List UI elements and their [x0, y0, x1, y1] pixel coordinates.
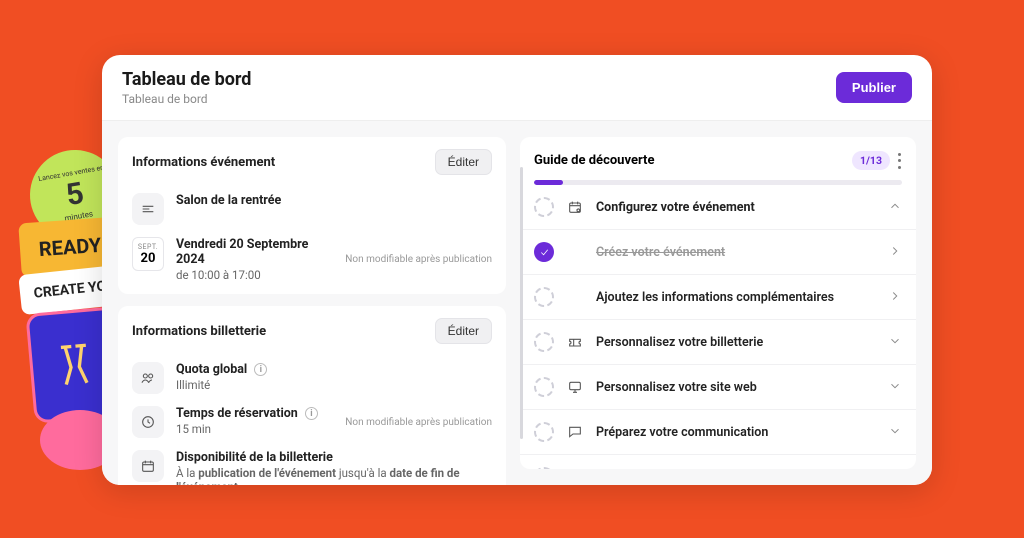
guide-step-1[interactable]: Créez votre événement — [520, 230, 916, 275]
step-label: Configurez votre événement — [596, 200, 876, 215]
step-label: Ajoutez les informations complémentaires — [596, 290, 876, 305]
status-todo-icon — [534, 377, 554, 397]
avail-mid: jusqu'à la — [336, 466, 390, 480]
chevron-down-icon — [888, 468, 902, 470]
chevron-right-icon — [888, 243, 902, 262]
status-todo-icon — [534, 197, 554, 217]
page-title: Tableau de bord — [122, 69, 251, 90]
status-done-icon — [534, 242, 554, 262]
calendar-range-icon — [132, 450, 164, 482]
calendar-cog-icon — [566, 199, 584, 215]
monitor-icon — [566, 379, 584, 395]
reservation-row: Temps de réservation i 15 min Non modifi… — [118, 400, 506, 444]
availability-title: Disponibilité de la billetterie — [176, 450, 492, 465]
reservation-title: Temps de réservation i — [176, 406, 333, 421]
status-todo-icon — [534, 332, 554, 352]
publish-button[interactable]: Publier — [836, 72, 912, 103]
chevron-up-icon — [888, 198, 902, 217]
chevron-down-icon — [888, 333, 902, 352]
step-label: Personnalisez votre billetterie — [596, 335, 876, 350]
scroll-indicator — [520, 167, 523, 439]
avail-bold1: publication de l'événement — [198, 466, 336, 480]
card-header: Tableau de bord Tableau de bord Publier — [102, 55, 932, 121]
guide-step-0[interactable]: Configurez votre événement — [520, 185, 916, 230]
reservation-title-text: Temps de réservation — [176, 406, 298, 421]
event-date-line2: de 10:00 à 17:00 — [176, 268, 333, 282]
date-day: 20 — [141, 251, 156, 266]
step-label: Créez votre événement — [596, 245, 876, 260]
panel-event-info: Informations événement Éditer Salon de l… — [118, 137, 506, 294]
step-label: Préparez votre communication — [596, 425, 876, 440]
reservation-value: 15 min — [176, 422, 333, 436]
card-body: Informations événement Éditer Salon de l… — [102, 121, 932, 485]
progress-badge: 1/13 — [852, 151, 890, 170]
info-icon[interactable]: i — [305, 407, 318, 420]
right-column: Guide de découverte 1/13 Configurez votr… — [520, 137, 916, 469]
info-icon[interactable]: i — [254, 363, 267, 376]
guide-heading: Guide de découverte — [534, 153, 654, 168]
edit-event-button[interactable]: Éditer — [435, 149, 492, 175]
breadcrumb: Tableau de bord — [122, 92, 251, 106]
edit-ticketing-button[interactable]: Éditer — [435, 318, 492, 344]
status-todo-icon — [534, 422, 554, 442]
users-icon — [132, 362, 164, 394]
event-date-row: SEPT. 20 Vendredi 20 Septembre 2024 de 1… — [118, 231, 506, 288]
chevron-down-icon — [888, 423, 902, 442]
event-info-heading: Informations événement — [132, 155, 275, 170]
availability-row: Disponibilité de la billetterie À la pub… — [118, 444, 506, 485]
event-name: Salon de la rentrée — [176, 193, 492, 208]
date-month: SEPT. — [138, 243, 158, 251]
step-label: Personnalisez votre site web — [596, 380, 876, 395]
guide-step-6[interactable]: Définissez vos conditions d'après-vente — [520, 455, 916, 469]
dashboard-card: Tableau de bord Tableau de bord Publier … — [102, 55, 932, 485]
guide-step-5[interactable]: Préparez votre communication — [520, 410, 916, 455]
more-menu-button[interactable] — [898, 153, 902, 169]
non-editable-note-2: Non modifiable après publication — [345, 417, 492, 428]
avail-prefix: À la — [176, 466, 198, 480]
clock-icon — [132, 406, 164, 438]
guide-steps: Configurez votre événement Créez votre év… — [520, 185, 916, 469]
quota-row: Quota global i Illimité — [118, 356, 506, 400]
chevron-right-icon — [888, 288, 902, 307]
text-lines-icon — [132, 193, 164, 225]
ticketing-heading: Informations billetterie — [132, 324, 266, 339]
guide-step-3[interactable]: Personnalisez votre billetterie — [520, 320, 916, 365]
quota-value: Illimité — [176, 378, 492, 392]
guide-step-2[interactable]: Ajoutez les informations complémentaires — [520, 275, 916, 320]
calendar-date-icon: SEPT. 20 — [132, 237, 164, 271]
guide-step-4[interactable]: Personnalisez votre site web — [520, 365, 916, 410]
panel-ticketing-info: Informations billetterie Éditer Quota gl… — [118, 306, 506, 485]
event-name-row: Salon de la rentrée — [118, 187, 506, 231]
availability-text: À la publication de l'événement jusqu'à … — [176, 466, 492, 485]
non-editable-note: Non modifiable après publication — [345, 254, 492, 265]
chat-icon — [566, 424, 584, 440]
left-column: Informations événement Éditer Salon de l… — [118, 137, 506, 469]
quota-title: Quota global i — [176, 362, 492, 377]
ticket-icon — [566, 334, 584, 350]
quota-title-text: Quota global — [176, 362, 247, 377]
chevron-down-icon — [888, 378, 902, 397]
event-date-line1: Vendredi 20 Septembre 2024 — [176, 237, 333, 267]
status-todo-icon — [534, 467, 554, 469]
status-todo-icon — [534, 287, 554, 307]
